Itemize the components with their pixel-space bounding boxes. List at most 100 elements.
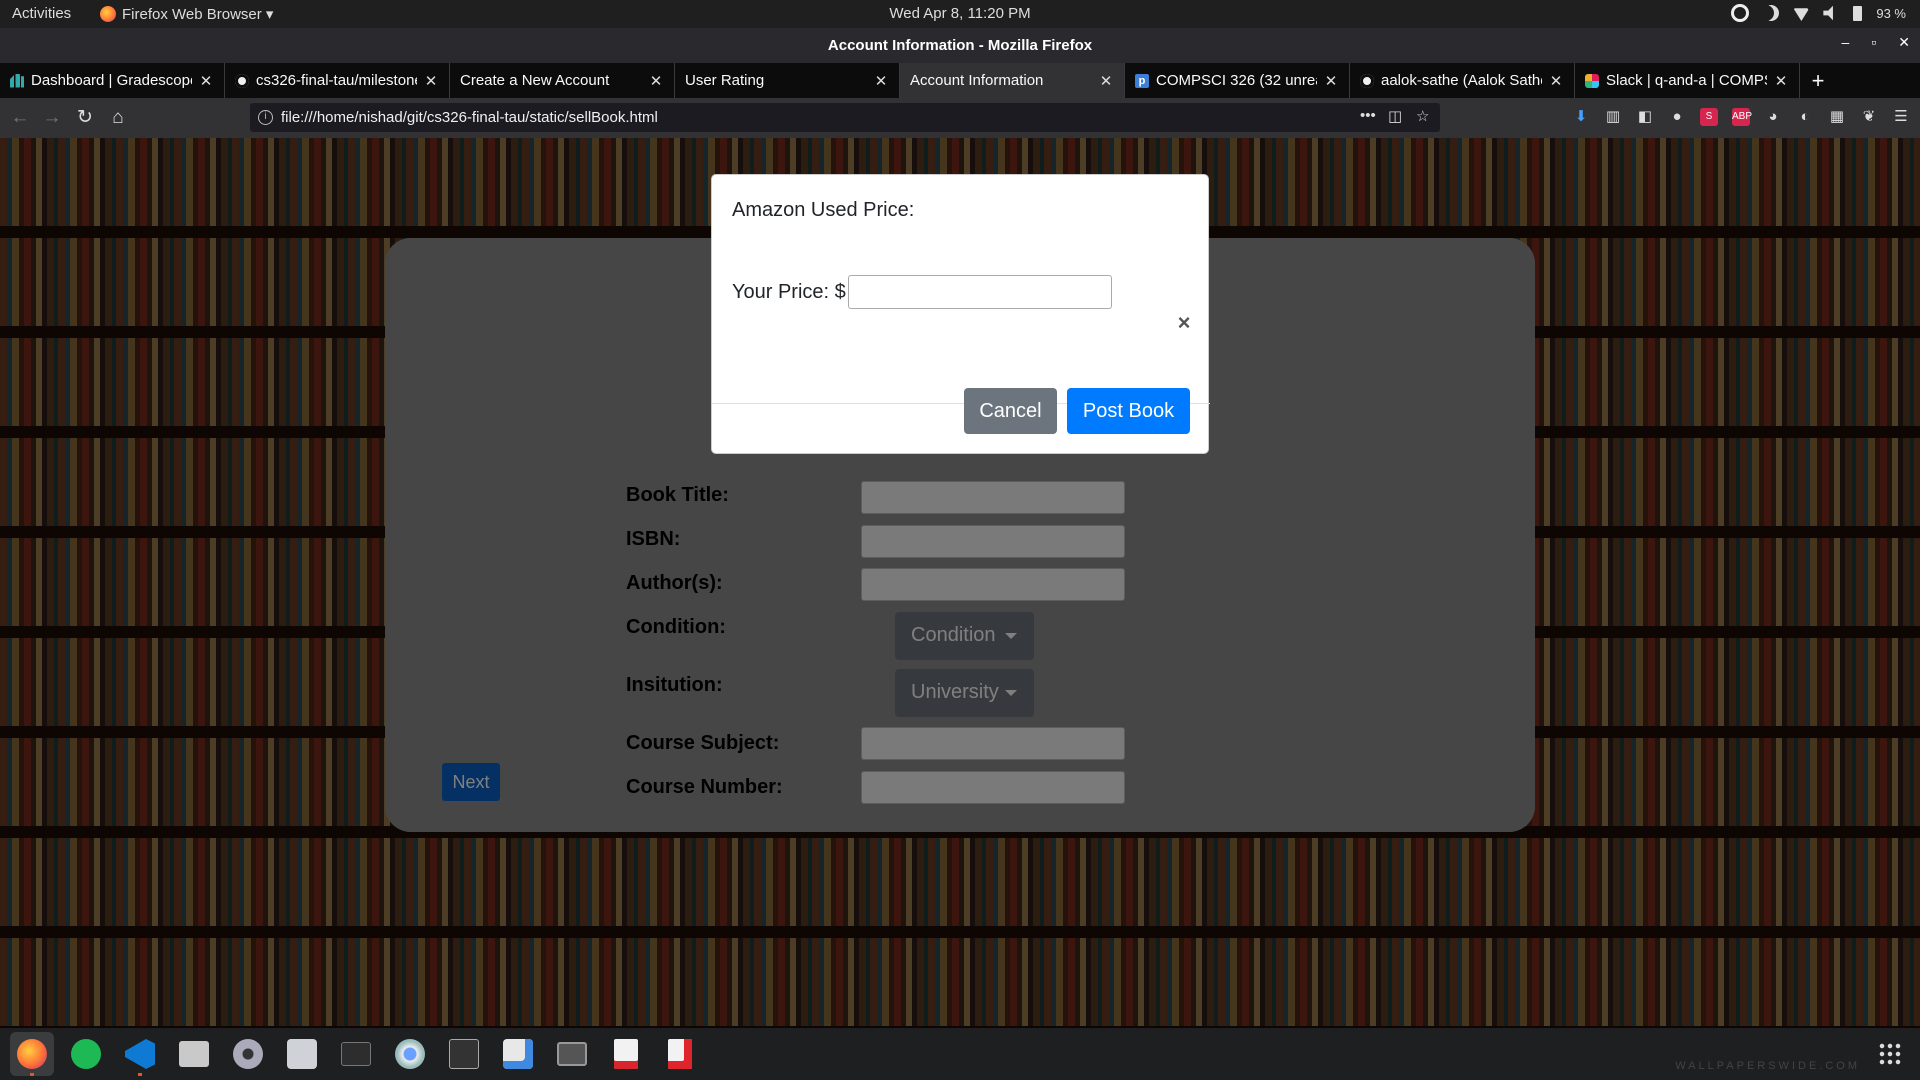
pocket-icon[interactable]: ◫	[1388, 107, 1402, 125]
files-icon	[179, 1041, 209, 1067]
tab-slack[interactable]: Slack | q-and-a | COMPSC ✕	[1575, 63, 1800, 98]
tab-gradescope[interactable]: Dashboard | Gradescope ✕	[0, 63, 225, 98]
close-tab-icon[interactable]: ✕	[873, 72, 889, 90]
home-icon[interactable]: ⌂	[106, 106, 130, 130]
url-text[interactable]: file:///home/nishad/git/cs326-final-tau/…	[281, 109, 658, 126]
extension-leaf-icon[interactable]: ❦	[1860, 108, 1878, 126]
account-icon[interactable]: ●	[1668, 108, 1686, 126]
app-menu-label: Firefox Web Browser ▾	[122, 6, 274, 23]
close-tab-icon[interactable]: ✕	[1098, 72, 1114, 90]
dock-chromium[interactable]	[388, 1032, 432, 1076]
navigation-toolbar: ← → ↻ ⌂ i file:///home/nishad/git/cs326-…	[0, 98, 1920, 138]
dock-terminal[interactable]	[334, 1032, 378, 1076]
dock-settings[interactable]	[226, 1032, 270, 1076]
dock: WALLPAPERSWIDE.COM	[0, 1028, 1920, 1080]
github-icon	[1360, 73, 1374, 88]
tab-github-milestone[interactable]: cs326-final-tau/milestone ✕	[225, 63, 450, 98]
dock-system-monitor[interactable]	[442, 1032, 486, 1076]
text-editor-icon	[668, 1039, 692, 1069]
tab-label: Account Information	[910, 72, 1044, 89]
firefox-icon	[17, 1039, 47, 1069]
dock-files[interactable]	[172, 1032, 216, 1076]
tab-label: COMPSCI 326 (32 unread	[1156, 72, 1317, 89]
terminal-icon	[341, 1042, 371, 1066]
close-tab-icon[interactable]: ✕	[1548, 72, 1564, 90]
spotify-icon	[71, 1039, 101, 1069]
close-tab-icon[interactable]: ✕	[648, 72, 664, 90]
wallpaper-watermark: WALLPAPERSWIDE.COM	[1675, 1060, 1860, 1072]
screenshot-icon	[557, 1042, 587, 1066]
night-light-icon	[1763, 5, 1779, 21]
tab-label: aalok-sathe (Aalok Sathe	[1381, 72, 1542, 89]
tab-label: cs326-final-tau/milestone	[256, 72, 417, 89]
address-bar[interactable]: i file:///home/nishad/git/cs326-final-ta…	[250, 103, 1440, 132]
extension-s-icon[interactable]: S	[1700, 108, 1718, 126]
tab-piazza[interactable]: p COMPSCI 326 (32 unread ✕	[1125, 63, 1350, 98]
download-icon[interactable]: ⬇	[1572, 108, 1590, 126]
your-price-input[interactable]	[848, 275, 1112, 309]
app-menu[interactable]: Firefox Web Browser ▾	[100, 5, 273, 23]
settings-icon	[233, 1039, 263, 1069]
post-book-button[interactable]: Post Book	[1067, 388, 1190, 434]
gradescope-icon	[10, 73, 24, 88]
tab-label: User Rating	[685, 72, 765, 89]
forward-arrow-icon[interactable]: →	[40, 106, 64, 130]
close-window-icon[interactable]: ✕	[1898, 34, 1910, 51]
piazza-icon: p	[1135, 73, 1149, 88]
tab-github-aalok[interactable]: aalok-sathe (Aalok Sathe ✕	[1350, 63, 1575, 98]
dock-text-editor[interactable]	[658, 1032, 702, 1076]
page-actions-icon[interactable]: •••	[1360, 107, 1376, 124]
activities-button[interactable]: Activities	[12, 5, 71, 22]
close-icon[interactable]: ×	[1173, 312, 1195, 334]
your-price-label: Your Price: $	[732, 281, 846, 303]
price-modal: Amazon Used Price: Your Price: $ × Cance…	[711, 174, 1210, 454]
show-applications-icon[interactable]	[1878, 1042, 1902, 1066]
volume-icon	[1823, 5, 1833, 21]
dock-spotify[interactable]	[64, 1032, 108, 1076]
system-top-bar: Activities Firefox Web Browser ▾ Wed Apr…	[0, 0, 1920, 28]
dock-screenshot[interactable]	[550, 1032, 594, 1076]
bookmark-star-icon[interactable]: ☆	[1416, 107, 1429, 125]
close-tab-icon[interactable]: ✕	[1323, 72, 1339, 90]
toolbar-extensions: ⬇ ▥ ◧ ● S ABP ◕ ◐ ▦ ❦ ☰	[1572, 108, 1910, 126]
window-controls: – ▫ ✕	[1842, 34, 1911, 51]
extension-drop-icon[interactable]: ◐	[1796, 108, 1814, 126]
dock-document-viewer[interactable]	[604, 1032, 648, 1076]
github-icon	[235, 73, 249, 88]
page-content: Book Title: ISBN: Author(s): Condition: …	[0, 138, 1920, 1028]
cancel-button[interactable]: Cancel	[964, 388, 1057, 434]
clock[interactable]: Wed Apr 8, 11:20 PM	[0, 5, 1920, 22]
window-title: Account Information - Mozilla Firefox	[827, 37, 1093, 54]
reload-icon[interactable]: ↻	[73, 106, 97, 130]
info-icon[interactable]: i	[258, 110, 273, 125]
adblock-icon[interactable]: ABP	[1732, 108, 1752, 126]
sidebar-icon[interactable]: ◧	[1636, 108, 1654, 126]
tab-label: Dashboard | Gradescope	[31, 72, 192, 89]
slack-icon	[1585, 73, 1599, 88]
system-tray[interactable]: 93 %	[1731, 4, 1906, 22]
wifi-icon	[1793, 8, 1810, 21]
hamburger-menu-icon[interactable]: ☰	[1892, 108, 1910, 126]
plus-icon: +	[1811, 67, 1825, 93]
extension-face-icon[interactable]: ◕	[1764, 108, 1782, 126]
dock-firefox[interactable]	[10, 1032, 54, 1076]
minimize-icon[interactable]: –	[1842, 34, 1850, 51]
amazon-used-price-label: Amazon Used Price:	[732, 199, 915, 221]
library-icon[interactable]: ▥	[1604, 108, 1622, 126]
dock-vscode[interactable]	[118, 1032, 162, 1076]
maximize-icon[interactable]: ▫	[1871, 34, 1876, 51]
back-arrow-icon[interactable]: ←	[8, 106, 32, 130]
tab-user-rating[interactable]: User Rating ✕	[675, 63, 900, 98]
close-tab-icon[interactable]: ✕	[1773, 72, 1789, 90]
firefox-icon	[100, 6, 116, 22]
close-tab-icon[interactable]: ✕	[198, 72, 214, 90]
tab-account-information[interactable]: Account Information ✕	[900, 63, 1125, 98]
extension-bars-icon[interactable]: ▦	[1828, 108, 1846, 126]
vscode-icon	[125, 1039, 155, 1069]
dock-tweaks[interactable]	[280, 1032, 324, 1076]
close-tab-icon[interactable]: ✕	[423, 72, 439, 90]
window-title-bar: Account Information - Mozilla Firefox – …	[0, 28, 1920, 63]
new-tab-button[interactable]: +	[1800, 63, 1836, 98]
tab-create-account[interactable]: Create a New Account ✕	[450, 63, 675, 98]
dock-software[interactable]	[496, 1032, 540, 1076]
